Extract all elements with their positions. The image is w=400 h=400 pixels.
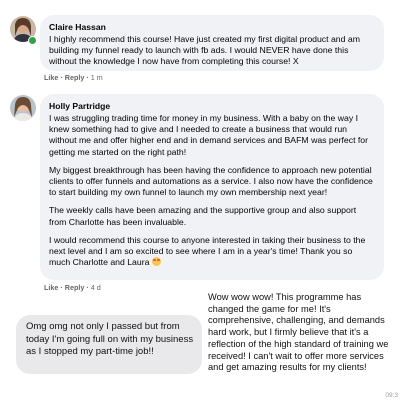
message-timestamp: 09:3 (385, 392, 398, 399)
comment-timestamp[interactable]: 1 m (91, 73, 103, 82)
online-status-dot (28, 36, 37, 45)
reply-button[interactable]: Reply (65, 73, 85, 82)
comment-paragraph: My biggest breakthrough has been having … (49, 164, 373, 198)
smiling-face-emoji-icon (151, 257, 161, 267)
like-button[interactable]: Like (44, 283, 58, 292)
author-name[interactable]: Claire Hassan (49, 22, 375, 33)
separator: · (60, 73, 63, 82)
comment-bubble: Claire Hassan I highly recommend this co… (40, 15, 384, 71)
avatar[interactable] (10, 95, 36, 121)
author-name[interactable]: Holly Partridge (49, 101, 375, 112)
separator: · (86, 73, 89, 82)
message-text: Omg omg not only I passed but from today… (26, 321, 194, 358)
separator: · (60, 283, 63, 292)
separator: · (86, 283, 89, 292)
comment-paragraph-text: I would recommend this course to anyone … (49, 234, 366, 268)
comment-text: I highly recommend this course! Have jus… (49, 34, 375, 68)
message-bubble: Omg omg not only I passed but from today… (16, 315, 202, 374)
comment-bubble: Holly Partridge I was struggling trading… (40, 94, 384, 280)
comment-actions: Like · Reply · 4 d (44, 283, 101, 292)
comment-paragraph: I highly recommend this course! Have jus… (49, 34, 360, 67)
comment-actions: Like · Reply · 1 m (44, 73, 103, 82)
like-button[interactable]: Like (44, 73, 58, 82)
comment-paragraph: I would recommend this course to anyone … (49, 235, 375, 269)
comment-paragraph: I was struggling trading time for money … (49, 113, 369, 157)
reply-button[interactable]: Reply (65, 283, 85, 292)
comment-paragraph: The weekly calls have been amazing and t… (49, 205, 357, 227)
review-message: Wow wow wow! This programme has changed … (208, 292, 398, 374)
review-text: Wow wow wow! This programme has changed … (208, 292, 389, 373)
comment-timestamp[interactable]: 4 d (91, 283, 101, 292)
comment-text: I was struggling trading time for money … (49, 113, 375, 268)
